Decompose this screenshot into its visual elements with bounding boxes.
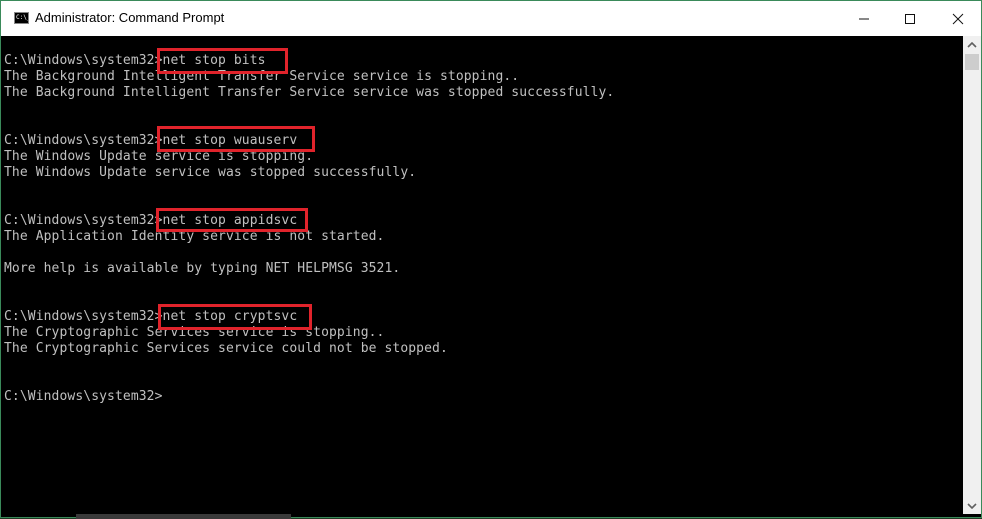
console-line: C:\Windows\system32>net stop bits bbox=[4, 53, 266, 68]
cmd-app-icon: C:\_ bbox=[14, 12, 29, 24]
vertical-scrollbar[interactable] bbox=[963, 36, 981, 514]
console-line: The Cryptographic Services service is st… bbox=[4, 325, 385, 340]
scrollbar-thumb[interactable] bbox=[965, 54, 979, 70]
maximize-button[interactable] bbox=[887, 1, 933, 36]
console-line: The Cryptographic Services service could… bbox=[4, 341, 448, 356]
console-line: More help is available by typing NET HEL… bbox=[4, 261, 401, 276]
title-bar[interactable]: C:\_ Administrator: Command Prompt bbox=[1, 1, 981, 36]
chevron-up-icon bbox=[967, 41, 977, 48]
console-line: The Background Intelligent Transfer Serv… bbox=[4, 69, 520, 84]
close-icon bbox=[952, 13, 964, 24]
window-title: Administrator: Command Prompt bbox=[35, 10, 225, 25]
console-line: The Background Intelligent Transfer Serv… bbox=[4, 85, 615, 100]
console-line: The Windows Update service is stopping. bbox=[4, 149, 314, 164]
minimize-icon bbox=[859, 18, 869, 19]
maximize-icon bbox=[905, 13, 915, 24]
chevron-down-icon bbox=[967, 502, 977, 509]
minimize-button[interactable] bbox=[841, 1, 887, 36]
console-line: The Windows Update service was stopped s… bbox=[4, 165, 417, 180]
console-line: C:\Windows\system32>net stop wuauserv bbox=[4, 133, 298, 148]
console-line: C:\Windows\system32> bbox=[4, 389, 163, 404]
console-line: The Application Identity service is not … bbox=[4, 229, 385, 244]
close-button[interactable] bbox=[935, 1, 981, 36]
command-prompt-window: C:\_ Administrator: Command Prompt C:\Wi… bbox=[0, 0, 982, 519]
scroll-down-button[interactable] bbox=[963, 497, 981, 514]
console-line: C:\Windows\system32>net stop appidsvc bbox=[4, 213, 298, 228]
console-line: C:\Windows\system32>net stop cryptsvc bbox=[4, 309, 298, 324]
scroll-up-button[interactable] bbox=[963, 36, 981, 53]
horizontal-scrollbar-thumb[interactable] bbox=[76, 514, 291, 519]
console-output[interactable]: C:\Windows\system32>net stop bits The Ba… bbox=[1, 36, 963, 514]
